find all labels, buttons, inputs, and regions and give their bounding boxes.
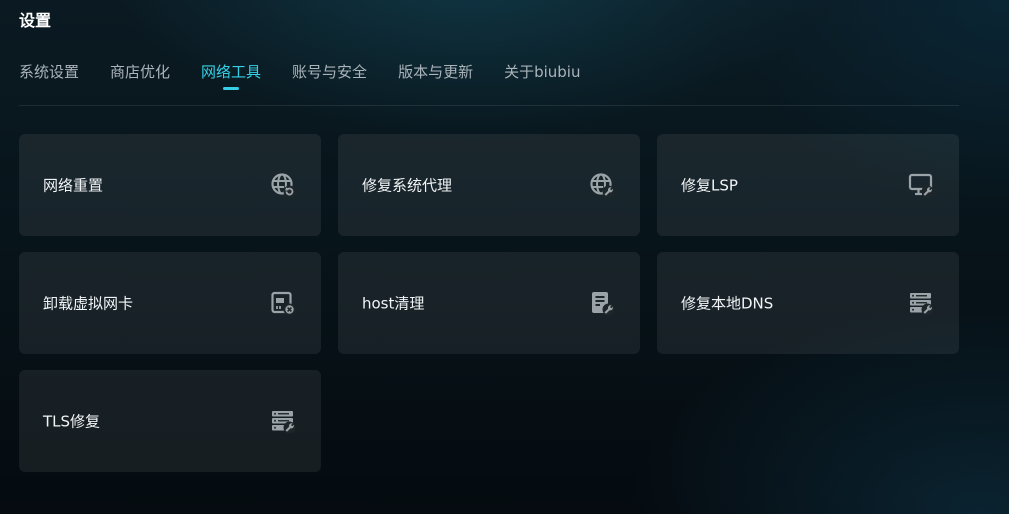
tabs-divider	[19, 105, 959, 106]
fix-tls-label: TLS修复	[43, 412, 101, 431]
host-cleanup-card[interactable]: host清理	[338, 252, 640, 354]
host-cleanup-label: host清理	[362, 294, 425, 313]
monitor-wrench-icon	[908, 172, 934, 198]
network-reset-card[interactable]: 网络重置	[19, 134, 321, 236]
network-card-remove-icon	[270, 290, 296, 316]
tab-account-security[interactable]: 账号与安全	[292, 60, 367, 84]
fix-system-proxy-label: 修复系统代理	[362, 176, 453, 195]
tab-system-settings[interactable]: 系统设置	[19, 60, 79, 84]
globe-refresh-icon	[270, 172, 296, 198]
tab-about[interactable]: 关于biubiu	[504, 60, 580, 84]
document-wrench-icon	[589, 290, 615, 316]
globe-wrench-icon	[589, 172, 615, 198]
tab-store-optimization[interactable]: 商店优化	[110, 60, 170, 84]
fix-system-proxy-card[interactable]: 修复系统代理	[338, 134, 640, 236]
fix-tls-card[interactable]: TLS修复	[19, 370, 321, 472]
fix-lsp-card[interactable]: 修复LSP	[657, 134, 959, 236]
fix-lsp-label: 修复LSP	[681, 176, 738, 195]
fix-local-dns-card[interactable]: 修复本地DNS	[657, 252, 959, 354]
uninstall-virtual-nic-label: 卸载虚拟网卡	[43, 294, 134, 313]
tab-version-update[interactable]: 版本与更新	[398, 60, 473, 84]
network-reset-label: 网络重置	[43, 176, 104, 195]
server-wrench-icon	[908, 290, 934, 316]
tab-network-tools[interactable]: 网络工具	[201, 60, 261, 84]
page-title: 设置	[19, 11, 52, 30]
network-tools-grid: 网络重置 修复系统代理 修复LSP 卸载虚拟网卡 host清理 修复本地DNS …	[19, 134, 959, 472]
settings-tabs: 系统设置 商店优化 网络工具 账号与安全 版本与更新 关于biubiu	[19, 60, 611, 84]
server-wrench-icon	[270, 408, 296, 434]
uninstall-virtual-nic-card[interactable]: 卸载虚拟网卡	[19, 252, 321, 354]
fix-local-dns-label: 修复本地DNS	[681, 294, 774, 313]
